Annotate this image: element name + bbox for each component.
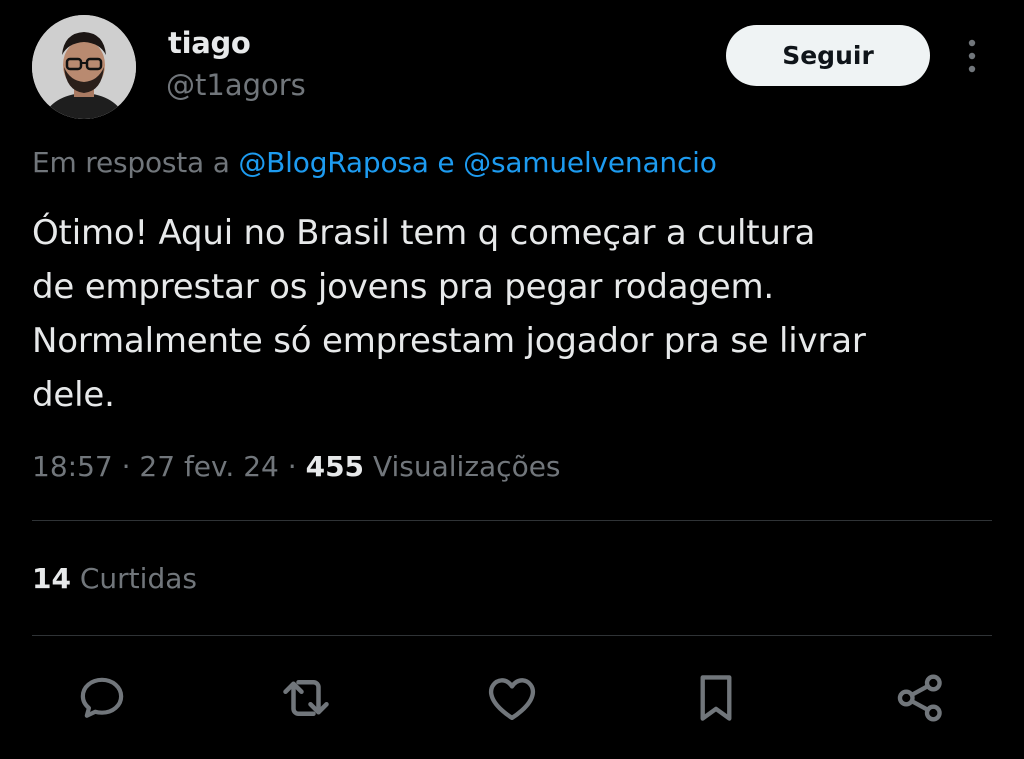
share-icon	[897, 674, 942, 722]
tweet-text-line: Ótimo! Aqui no Brasil tem q começar a cu…	[32, 213, 816, 253]
likes-summary[interactable]: 14 Curtidas	[32, 562, 197, 595]
retweet-button[interactable]	[276, 666, 336, 730]
bookmark-button[interactable]	[686, 666, 746, 730]
mention-link[interactable]: @BlogRaposa	[238, 146, 429, 179]
tweet-time[interactable]: 18:57	[32, 450, 113, 483]
likes-count: 14	[32, 562, 71, 595]
divider	[32, 520, 992, 521]
reply-context: Em resposta a @BlogRaposa e @samuelvenan…	[32, 146, 717, 179]
avatar-photo	[32, 15, 136, 119]
views-label[interactable]: Visualizações	[373, 450, 561, 483]
bookmark-icon	[700, 675, 732, 721]
likes-label: Curtidas	[79, 562, 197, 595]
reply-prefix: Em resposta a	[32, 146, 230, 179]
follow-button[interactable]: Seguir	[726, 25, 930, 86]
avatar[interactable]	[32, 15, 136, 119]
tweet-text: Ótimo! Aqui no Brasil tem q começar a cu…	[32, 206, 992, 422]
tweet-text-line: dele.	[32, 375, 115, 415]
heart-icon	[488, 678, 536, 720]
display-name[interactable]: tiago	[168, 26, 251, 60]
reply-conjunction: e	[437, 146, 455, 179]
divider	[32, 635, 992, 636]
more-options-icon[interactable]	[960, 36, 984, 76]
user-handle[interactable]: @t1agors	[166, 68, 306, 102]
retweet-icon	[283, 680, 329, 716]
tweet-text-line: Normalmente só emprestam jogador pra se …	[32, 321, 866, 361]
reply-icon	[80, 677, 124, 718]
like-button[interactable]	[482, 666, 542, 730]
meta-separator: ·	[287, 450, 297, 483]
views-count[interactable]: 455	[306, 450, 364, 483]
mention-link[interactable]: @samuelvenancio	[463, 146, 717, 179]
tweet-meta: 18:57 · 27 fev. 24 · 455 Visualizações	[32, 450, 561, 483]
tweet-date[interactable]: 27 fev. 24	[139, 450, 278, 483]
reply-button[interactable]	[72, 666, 132, 730]
tweet-text-line: de emprestar os jovens pra pegar rodagem…	[32, 267, 775, 307]
action-bar	[0, 666, 1024, 736]
share-button[interactable]	[890, 666, 950, 730]
meta-separator: ·	[121, 450, 131, 483]
